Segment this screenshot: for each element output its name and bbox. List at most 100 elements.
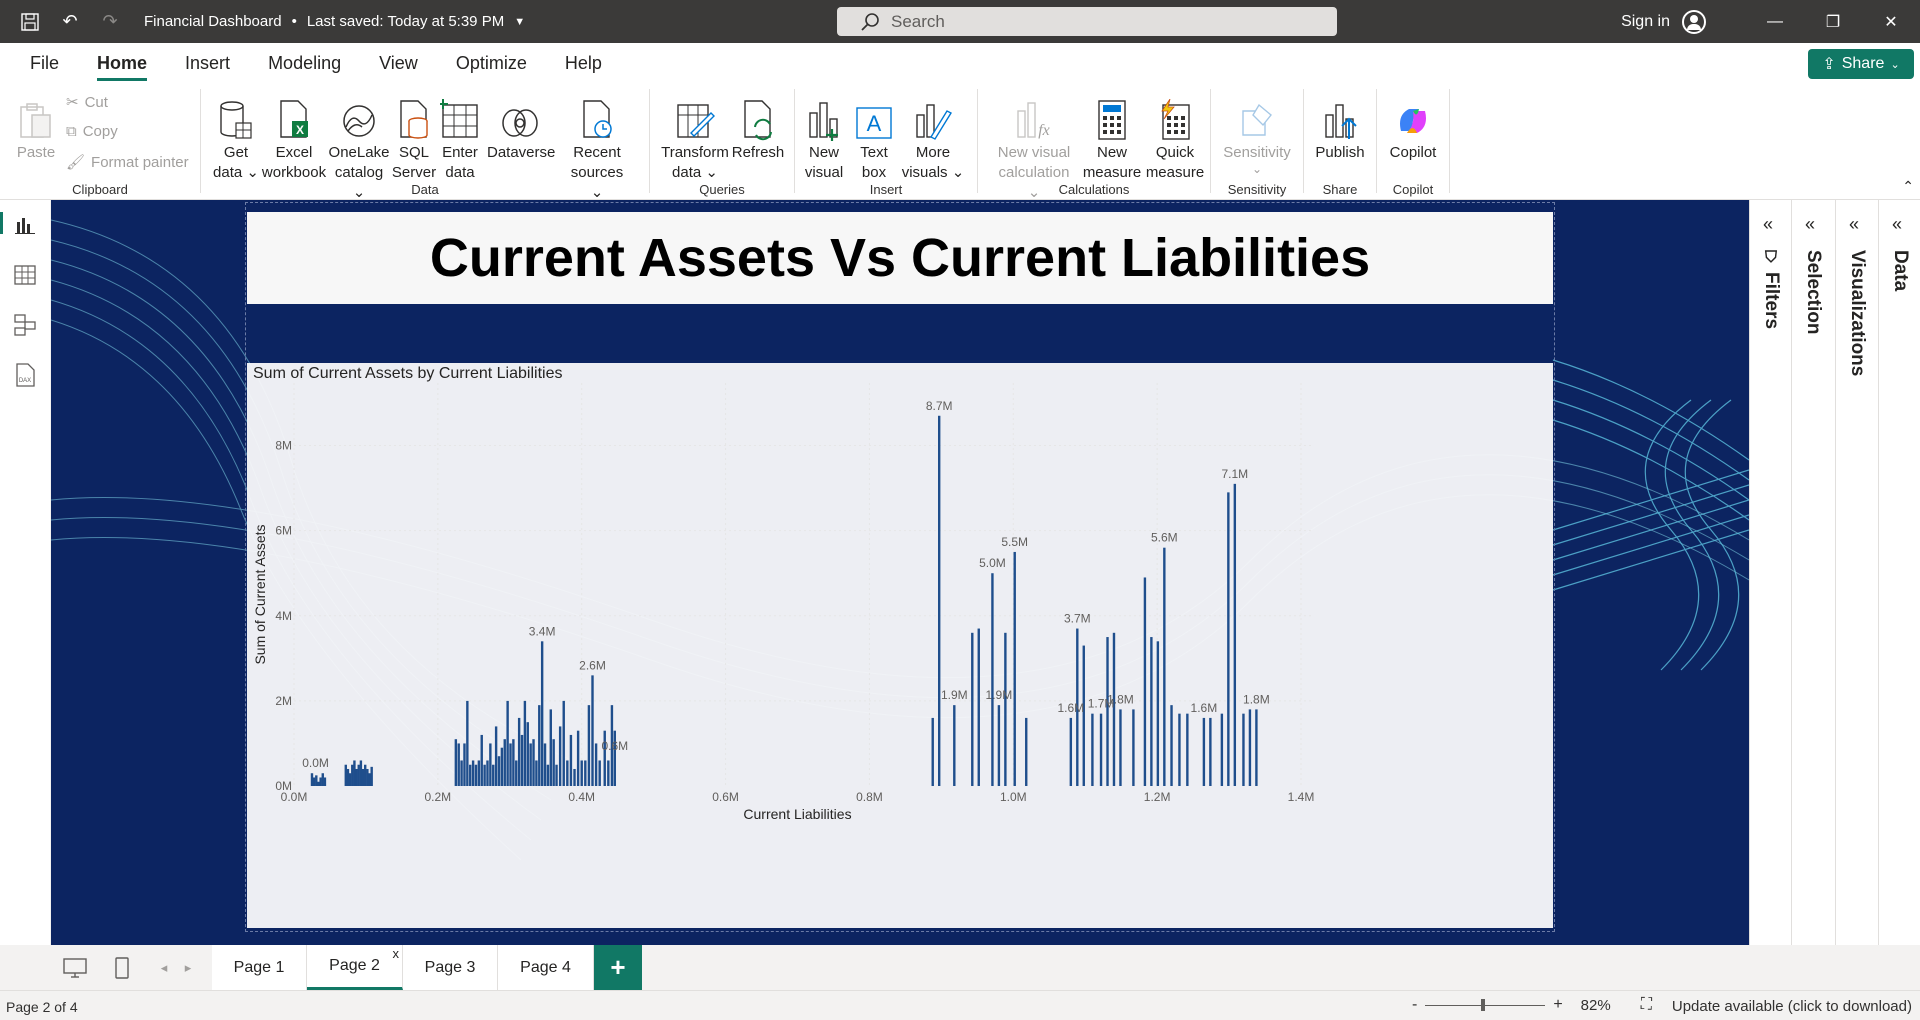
- copilot-button[interactable]: Copilot: [1383, 95, 1443, 163]
- group-label-insert: Insert: [869, 182, 903, 197]
- more-visuals-button[interactable]: More visuals ⌄: [901, 95, 965, 183]
- y-tick-label: 4M: [275, 609, 292, 623]
- save-icon[interactable]: [10, 0, 50, 43]
- data-label: 7.1M: [1221, 467, 1248, 481]
- y-tick-label: 2M: [275, 694, 292, 708]
- sql-server-button[interactable]: SQL Server: [391, 95, 437, 183]
- chart-bar: [317, 781, 320, 786]
- document-title[interactable]: Financial Dashboard • Last saved: Today …: [144, 13, 525, 30]
- close-page-icon[interactable]: x: [393, 946, 400, 961]
- chart-bar: [457, 743, 460, 786]
- tab-page-1[interactable]: Page 1: [212, 945, 307, 990]
- chart-bar: [584, 760, 587, 786]
- update-available-link[interactable]: Update available (click to download): [1672, 998, 1912, 1015]
- chart-bar: [997, 705, 1001, 786]
- restore-icon[interactable]: ❐: [1804, 0, 1862, 43]
- zoom-slider-thumb[interactable]: [1481, 998, 1486, 1011]
- tab-page-3[interactable]: Page 3: [403, 945, 498, 990]
- chevron-double-left-icon[interactable]: «: [1763, 214, 1773, 235]
- zoom-slider[interactable]: [1425, 998, 1546, 1011]
- add-page-button[interactable]: +: [594, 945, 642, 990]
- copy-button[interactable]: ⧉ Copy: [66, 123, 118, 140]
- search-box[interactable]: Search: [837, 7, 1337, 36]
- insert-group: New visual A Text box More visuals ⌄ Insert: [795, 87, 977, 199]
- search-placeholder: Search: [891, 11, 945, 31]
- cut-button[interactable]: ✂ Cut: [66, 93, 108, 112]
- undo-icon[interactable]: ↶: [50, 0, 90, 43]
- page-scroll-left-icon[interactable]: ◂: [151, 955, 177, 981]
- search-icon: [861, 12, 879, 31]
- model-view-icon[interactable]: [12, 312, 38, 338]
- avatar[interactable]: [1682, 9, 1706, 34]
- publish-button[interactable]: Publish: [1310, 95, 1370, 163]
- dax-query-view-icon[interactable]: DAX: [12, 362, 38, 388]
- right-panes: « ⛉ Filters « Selection « Visualizations…: [1749, 200, 1920, 945]
- menu-home[interactable]: Home: [81, 43, 163, 83]
- dataverse-button[interactable]: Dataverse: [487, 95, 555, 163]
- chart-bar: [529, 743, 532, 786]
- refresh-icon: [730, 95, 786, 141]
- mobile-layout-icon[interactable]: [109, 955, 135, 981]
- chart-bar: [1227, 492, 1230, 786]
- report-title-card[interactable]: Current Assets Vs Current Liabilities: [247, 212, 1553, 304]
- bar-chart-visual[interactable]: Sum of Current Assets by Current Liabili…: [247, 363, 1553, 928]
- new-visual-button[interactable]: New visual: [801, 95, 847, 183]
- menu-file[interactable]: File: [14, 43, 75, 83]
- data-group: Get data ⌄ X Excel workbook OneLake catalog…: [201, 87, 649, 201]
- sensitivity-button[interactable]: Sensitivity ⌄: [1217, 95, 1297, 175]
- get-data-button[interactable]: Get data ⌄: [211, 95, 261, 183]
- transform-data-button[interactable]: Transform data ⌄: [660, 95, 730, 183]
- minimize-icon[interactable]: —: [1746, 0, 1804, 43]
- chart-bar: [977, 628, 980, 786]
- report-view-icon[interactable]: [12, 212, 38, 238]
- chart-bar: [489, 743, 492, 786]
- quick-measure-button[interactable]: Quick measure: [1142, 95, 1208, 183]
- chevron-double-left-icon[interactable]: «: [1805, 214, 1815, 235]
- zoom-in-button[interactable]: +: [1553, 996, 1562, 1014]
- file-name: Financial Dashboard: [144, 13, 282, 30]
- chart-bar: [463, 743, 466, 786]
- visualizations-pane[interactable]: « Visualizations: [1835, 200, 1877, 945]
- desktop-layout-icon[interactable]: [62, 955, 88, 981]
- chevron-double-left-icon[interactable]: «: [1892, 214, 1902, 235]
- paste-button[interactable]: Paste: [14, 95, 58, 163]
- zoom-level[interactable]: 82%: [1581, 997, 1611, 1014]
- menu-optimize[interactable]: Optimize: [440, 43, 543, 83]
- copy-icon: ⧉: [66, 123, 77, 140]
- data-pane[interactable]: « Data: [1878, 200, 1920, 945]
- chart-bar: [315, 775, 318, 786]
- table-view-icon[interactable]: [12, 262, 38, 288]
- data-label: 2.6M: [579, 658, 606, 672]
- new-measure-button[interactable]: New measure: [1080, 95, 1144, 183]
- tab-page-4[interactable]: Page 4: [498, 945, 594, 990]
- chart-bar: [355, 768, 358, 786]
- menu-help[interactable]: Help: [549, 43, 618, 83]
- chevron-double-left-icon[interactable]: «: [1849, 214, 1859, 235]
- chart-bar: [346, 768, 350, 786]
- chart-bar: [535, 760, 538, 786]
- close-icon[interactable]: ✕: [1862, 0, 1920, 43]
- share-button[interactable]: ⇪ Share ⌄: [1808, 49, 1914, 79]
- text-box-button[interactable]: A Text box: [851, 95, 897, 183]
- zoom-out-button[interactable]: -: [1412, 996, 1417, 1014]
- data-label: 3.7M: [1064, 612, 1091, 626]
- enter-data-button[interactable]: Enter data: [437, 95, 483, 183]
- sign-in-link[interactable]: Sign in: [1621, 13, 1670, 31]
- menu-view[interactable]: View: [363, 43, 434, 83]
- data-label: 5.5M: [1001, 535, 1028, 549]
- page-scroll-right-icon[interactable]: ▸: [175, 955, 201, 981]
- format-painter-button[interactable]: 🖌 Format painter: [66, 153, 189, 172]
- refresh-button[interactable]: Refresh: [730, 95, 786, 163]
- menu-modeling[interactable]: Modeling: [252, 43, 357, 83]
- selection-pane[interactable]: « Selection: [1791, 200, 1833, 945]
- menu-insert[interactable]: Insert: [169, 43, 246, 83]
- redo-icon[interactable]: ↷: [90, 0, 130, 43]
- excel-workbook-button[interactable]: X Excel workbook: [261, 95, 327, 183]
- y-axis-title: Sum of Current Assets: [252, 524, 268, 664]
- chart-bar: [549, 709, 552, 786]
- chart-bar: [506, 700, 509, 786]
- collapse-ribbon-icon[interactable]: ⌃: [1902, 178, 1914, 195]
- fit-to-page-icon[interactable]: ⛶: [1641, 996, 1652, 1014]
- tab-page-2[interactable]: Page 2 x: [307, 945, 403, 990]
- filters-pane[interactable]: « ⛉ Filters: [1749, 200, 1791, 945]
